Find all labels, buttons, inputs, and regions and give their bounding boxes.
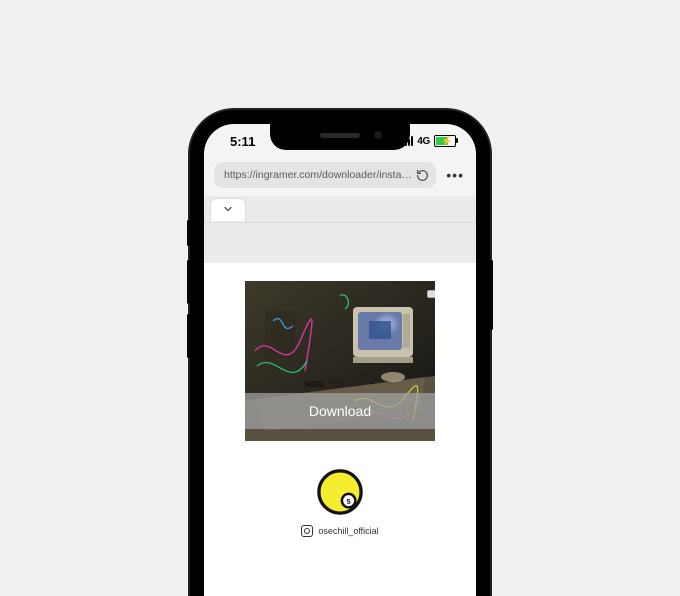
more-menu-icon[interactable]: ••• (444, 167, 466, 183)
battery-icon: ⚡ (434, 135, 456, 147)
profile-username[interactable]: osechill_official (318, 526, 378, 536)
status-time: 5:11 (230, 134, 255, 149)
browser-toolbar: https://ingramer.com/downloader/instagra… (204, 158, 476, 196)
page-header-spacer (204, 223, 476, 263)
download-button-label: Download (309, 403, 371, 419)
video-camera-icon (425, 285, 435, 308)
media-thumbnail[interactable]: Download (245, 281, 435, 441)
address-bar[interactable]: https://ingramer.com/downloader/instagra… (214, 162, 436, 188)
instagram-icon (301, 525, 313, 537)
phone-notch (270, 124, 410, 150)
page-content: Download 5 osechill_official (204, 263, 476, 596)
reload-icon[interactable] (414, 167, 430, 183)
tab-strip (204, 196, 476, 223)
browser-tab[interactable] (210, 198, 246, 221)
profile-section: 5 osechill_official (204, 469, 476, 537)
phone-screen: 5:11 4G ⚡ https://ingramer.com/downloade… (204, 124, 476, 596)
address-bar-text: https://ingramer.com/downloader/instagra… (224, 169, 414, 181)
download-button[interactable]: Download (245, 393, 435, 429)
charging-icon: ⚡ (441, 135, 452, 147)
phone-frame: 5:11 4G ⚡ https://ingramer.com/downloade… (190, 110, 490, 596)
svg-text:5: 5 (347, 498, 351, 506)
chevron-down-icon (222, 203, 234, 218)
profile-avatar[interactable]: 5 (317, 469, 363, 515)
network-label: 4G (417, 136, 430, 147)
